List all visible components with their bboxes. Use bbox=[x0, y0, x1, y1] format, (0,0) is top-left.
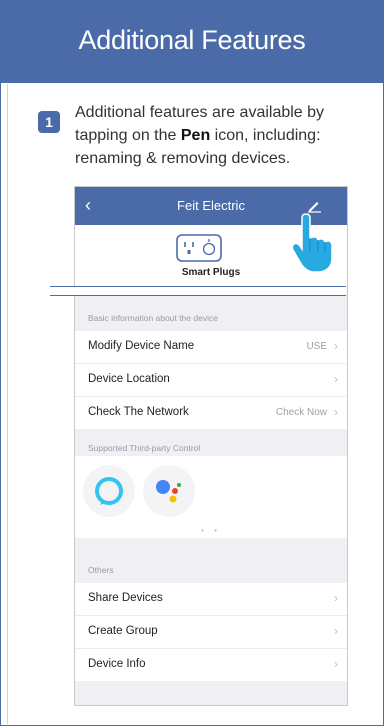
instruction-bold-pen: Pen bbox=[180, 127, 211, 144]
chevron-right-icon: › bbox=[334, 624, 338, 638]
instruction-text: Additional features are available by tap… bbox=[75, 101, 365, 170]
cut-line-bottom bbox=[50, 295, 346, 296]
basic-info-list: Modify Device Name USE › Device Location… bbox=[75, 331, 347, 429]
cut-gap bbox=[50, 286, 346, 295]
google-assistant-icon bbox=[156, 480, 181, 503]
row-label: Modify Device Name bbox=[88, 340, 195, 352]
alexa-icon bbox=[95, 477, 123, 505]
row-label: Share Devices bbox=[88, 592, 163, 604]
section-label-third-party: Supported Third-party Control bbox=[88, 443, 201, 453]
row-create-group[interactable]: Create Group › bbox=[75, 616, 347, 649]
page-title: Additional Features bbox=[78, 25, 306, 55]
page-indicator: • • bbox=[201, 526, 221, 535]
pen-icon[interactable] bbox=[306, 197, 322, 213]
chevron-right-icon: › bbox=[334, 372, 338, 386]
row-label: Create Group bbox=[88, 625, 158, 637]
cut-line-top bbox=[50, 286, 346, 287]
alexa-tile[interactable] bbox=[83, 465, 135, 517]
row-device-location[interactable]: Device Location › bbox=[75, 364, 347, 397]
third-party-control-panel: • • bbox=[75, 456, 347, 538]
row-label: Device Location bbox=[88, 373, 170, 385]
row-modify-device-name[interactable]: Modify Device Name USE › bbox=[75, 331, 347, 364]
row-label: Check The Network bbox=[88, 406, 189, 418]
page-header: Additional Features bbox=[1, 1, 383, 83]
others-list: Share Devices › Create Group › Device In… bbox=[75, 583, 347, 681]
chevron-right-icon: › bbox=[334, 591, 338, 605]
row-share-devices[interactable]: Share Devices › bbox=[75, 583, 347, 616]
row-check-the-network[interactable]: Check The Network Check Now › bbox=[75, 397, 347, 429]
chevron-right-icon: › bbox=[334, 339, 338, 353]
row-value: USE bbox=[306, 341, 327, 352]
left-rule bbox=[7, 84, 8, 724]
google-assistant-tile[interactable] bbox=[143, 465, 195, 517]
section-label-others: Others bbox=[88, 565, 114, 575]
smart-plug-icon bbox=[176, 234, 222, 262]
pointing-hand-icon bbox=[291, 213, 333, 273]
step-number-badge: 1 bbox=[38, 111, 60, 133]
row-value[interactable]: Check Now bbox=[276, 407, 327, 418]
section-label-basic: Basic information about the device bbox=[88, 313, 218, 323]
chevron-right-icon: › bbox=[334, 657, 338, 671]
chevron-right-icon: › bbox=[334, 405, 338, 419]
row-device-info[interactable]: Device Info › bbox=[75, 649, 347, 681]
row-label: Device Info bbox=[88, 658, 146, 670]
